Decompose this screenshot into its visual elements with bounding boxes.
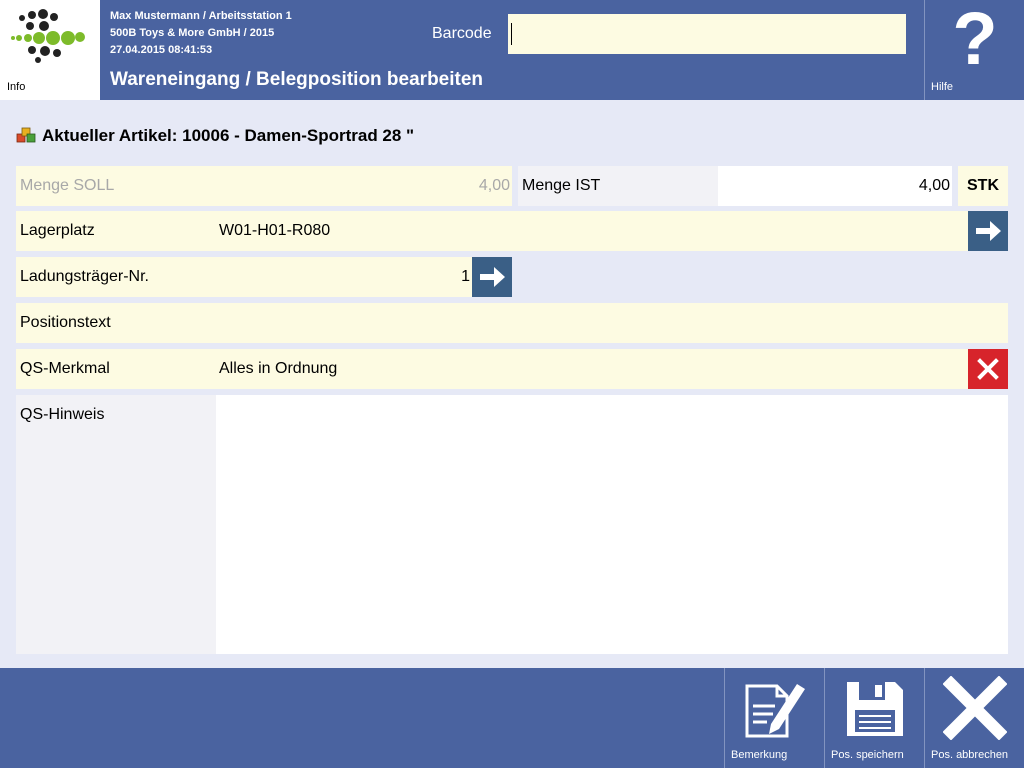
session-info: Max Mustermann / Arbeitsstation 1 500B T… [110,8,292,59]
date-time: 27.04.2015 08:41:53 [110,44,213,56]
close-icon [943,676,1007,740]
positionstext-label: Positionstext [20,314,111,331]
qs-merkmal-value: Alles in Ordnung [219,360,338,377]
lagerplatz-arrow-button[interactable] [968,211,1008,251]
arrow-right-icon [480,267,505,287]
pos-speichern-label: Pos. speichern [831,749,904,761]
info-button[interactable]: Info [0,0,100,100]
menge-ist-label-cell: Menge IST [518,166,718,206]
qs-hinweis-textarea[interactable] [216,395,1008,654]
footer-bar: Bemerkung Pos. speichern Pos. abbrechen [0,668,1024,768]
company-year: 500B Toys & More GmbH / 2015 [110,27,275,39]
lagerplatz-label: Lagerplatz [20,222,95,239]
qs-merkmal-label: QS-Merkmal [20,360,110,377]
floppy-disk-icon [847,682,903,736]
menge-soll-field: Menge SOLL 4,00 [16,166,512,206]
unit-button[interactable]: STK [958,166,1008,206]
edit-note-icon [745,684,805,738]
page-title: Wareneingang / Belegposition bearbeiten [110,69,484,90]
pos-abbrechen-button[interactable]: Pos. abbrechen [924,668,1024,768]
menge-ist-label: Menge IST [522,177,601,194]
menge-ist-input[interactable]: 4,00 [718,166,952,206]
barcode-label: Barcode [432,25,492,42]
menge-ist-value: 4,00 [918,177,950,194]
ladungstraeger-value: 1 [461,268,470,285]
arrow-right-icon [976,221,1001,241]
qs-hinweis-label: QS-Hinweis [20,406,105,423]
help-label: Hilfe [931,81,954,93]
help-button[interactable]: ? Hilfe [924,0,1024,100]
article-cubes-icon [16,127,36,143]
barcode-input[interactable] [508,14,906,54]
qs-hinweis-label-cell: QS-Hinweis [16,395,216,654]
positionstext-field[interactable]: Positionstext [16,303,1008,343]
text-caret [511,23,512,45]
pos-speichern-button[interactable]: Pos. speichern [824,668,924,768]
ladungstraeger-arrow-button[interactable] [472,257,512,297]
menge-soll-label: Menge SOLL [20,177,115,194]
close-icon [977,358,999,380]
ladungstraeger-field[interactable]: Ladungsträger-Nr. 1 [16,257,472,297]
current-article: Aktueller Artikel: 10006 - Damen-Sportra… [42,126,415,145]
qs-merkmal-field[interactable]: QS-Merkmal Alles in Ordnung [16,349,968,389]
lagerplatz-value: W01-H01-R080 [219,222,331,239]
user-workstation: Max Mustermann / Arbeitsstation 1 [110,10,292,22]
header-bar: Info Max Mustermann / Arbeitsstation 1 5… [0,0,1024,100]
logo-icon [11,9,85,63]
menge-soll-value: 4,00 [478,177,510,194]
bemerkung-button[interactable]: Bemerkung [724,668,824,768]
help-icon: ? [952,0,998,80]
ladungstraeger-label: Ladungsträger-Nr. [20,268,149,285]
lagerplatz-field[interactable]: Lagerplatz W01-H01-R080 [16,211,968,251]
bemerkung-label: Bemerkung [731,749,788,761]
pos-abbrechen-label: Pos. abbrechen [931,749,1009,761]
qs-merkmal-clear-button[interactable] [968,349,1008,389]
info-label: Info [7,81,26,93]
